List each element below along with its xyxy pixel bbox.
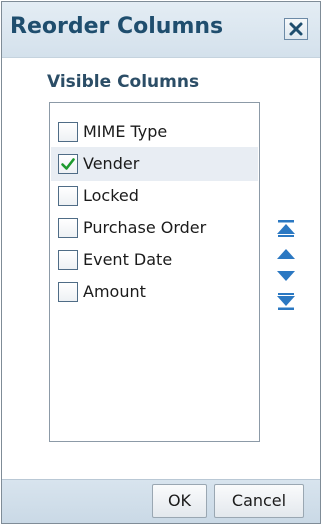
- checkbox-mime-type[interactable]: [58, 122, 78, 142]
- checkmark-icon: [61, 158, 75, 170]
- list-item-mime-type[interactable]: MIME Type: [51, 115, 258, 149]
- list-item-purchase-order[interactable]: Purchase Order: [51, 211, 258, 245]
- list-item-event-date[interactable]: Event Date: [51, 243, 258, 277]
- checkbox-purchase-order[interactable]: [58, 218, 78, 238]
- checkbox-locked[interactable]: [58, 186, 78, 206]
- checkbox-event-date[interactable]: [58, 250, 78, 270]
- checkbox-amount[interactable]: [58, 282, 78, 302]
- list-item-label: Locked: [83, 186, 139, 205]
- move-to-bottom-icon: [277, 293, 295, 310]
- list-item-locked[interactable]: Locked: [51, 179, 258, 213]
- close-icon: [289, 22, 303, 36]
- move-up-button[interactable]: [273, 242, 299, 266]
- move-up-icon: [277, 249, 295, 259]
- list-item-label: MIME Type: [83, 122, 168, 141]
- close-button[interactable]: [284, 18, 308, 40]
- move-to-top-button[interactable]: [273, 216, 299, 240]
- cancel-button[interactable]: Cancel: [214, 484, 304, 518]
- move-down-icon: [277, 271, 295, 281]
- list-item-label: Amount: [83, 282, 146, 301]
- dialog-titlebar: Reorder Columns: [2, 2, 320, 58]
- move-down-button[interactable]: [273, 264, 299, 288]
- move-to-bottom-button[interactable]: [273, 290, 299, 314]
- checkbox-vender[interactable]: [58, 154, 78, 174]
- reorder-columns-dialog: Reorder Columns Visible Columns MIME Typ…: [1, 1, 321, 524]
- dialog-title: Reorder Columns: [10, 14, 224, 39]
- move-to-top-icon: [277, 220, 295, 237]
- list-item-label: Event Date: [83, 250, 173, 269]
- list-item-amount[interactable]: Amount: [51, 275, 258, 309]
- visible-columns-list[interactable]: MIME Type Vender Locked Purchase Order E…: [49, 102, 260, 442]
- list-item-label: Vender: [83, 154, 140, 173]
- list-item-vender[interactable]: Vender: [51, 147, 258, 181]
- visible-columns-label: Visible Columns: [47, 72, 200, 92]
- list-item-label: Purchase Order: [83, 218, 207, 237]
- ok-button[interactable]: OK: [152, 484, 207, 518]
